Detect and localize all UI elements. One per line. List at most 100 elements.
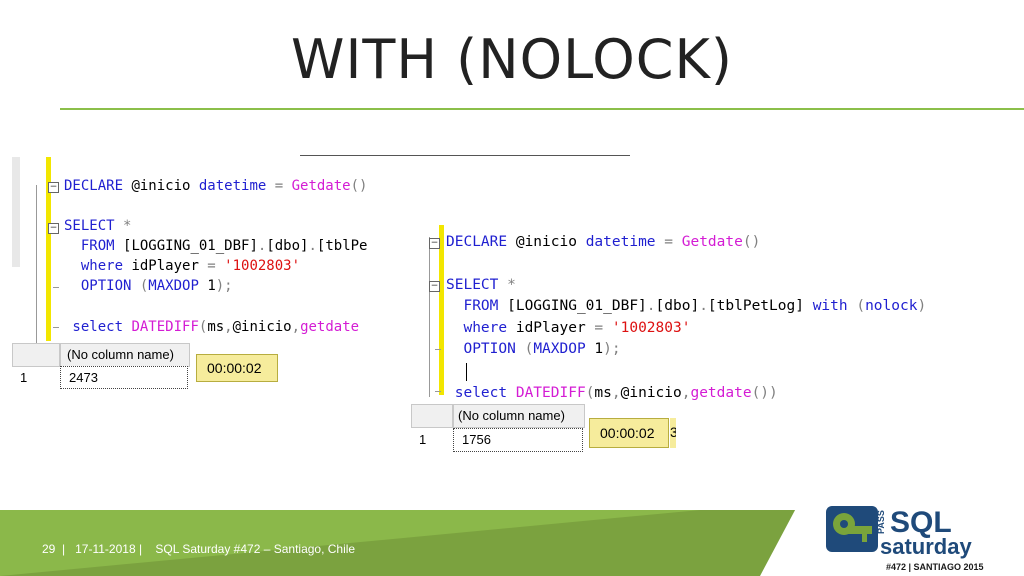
code-token: DECLARE [64, 178, 132, 194]
code-token: select [446, 384, 516, 401]
left-query-screenshot: − − DECLARE @inicio datetime = Getdate()… [12, 157, 402, 393]
result-cell[interactable]: 2473 [60, 366, 188, 389]
code-token: [dbo] [655, 298, 700, 314]
code-token: 1 [594, 341, 604, 357]
code-line[interactable]: FROM [LOGGING_01_DBF].[dbo].[tblPe [64, 236, 368, 256]
code-line[interactable]: where idPlayer = '1002803' [64, 256, 367, 276]
code-token: , [611, 384, 621, 401]
code-token: datetime [198, 178, 275, 194]
outline-line [36, 185, 37, 345]
outline-line [429, 237, 430, 397]
code-token: SELECT [446, 276, 508, 293]
column-header-label: (No column name) [67, 347, 174, 362]
collapse-icon[interactable]: − [429, 281, 440, 292]
code-token: = [207, 258, 225, 274]
row-header-corner [411, 404, 453, 428]
code-line[interactable]: SELECT * [64, 216, 367, 236]
column-header[interactable]: (No column name) [60, 343, 190, 367]
code-token: @inicio [131, 178, 199, 194]
code-token: idPlayer [515, 319, 595, 336]
elapsed-time-status: 00:00:02 [589, 418, 669, 448]
code-token: * [123, 218, 132, 234]
collapse-icon[interactable]: − [48, 223, 59, 234]
code-line[interactable]: SELECT * [446, 275, 926, 297]
code-token: getdate [690, 384, 752, 401]
code-token: = [594, 319, 612, 336]
code-token: [LOGGING_01_DBF] [123, 238, 258, 254]
elapsed-time-status: 00:00:02 [196, 354, 278, 382]
status-overflow: 3 [670, 418, 676, 448]
sql-saturday-logo: PASS SQL saturday #472 | SANTIAGO 2015 [826, 506, 984, 572]
code-token: where [446, 319, 516, 336]
code-token: . [699, 298, 708, 314]
code-token: @inicio [232, 319, 292, 335]
code-token: ( [524, 341, 534, 357]
collapse-icon[interactable]: − [48, 182, 59, 193]
code-token: ms [207, 319, 225, 335]
code-token: where [64, 258, 132, 274]
code-token: () [742, 234, 761, 250]
code-token: FROM [446, 298, 508, 314]
results-grid[interactable]: (No column name) 1 2473 00:00:02 [12, 343, 286, 393]
logo-event-text: #472 | SANTIAGO 2015 [886, 562, 984, 572]
result-cell[interactable]: 1756 [453, 428, 583, 452]
code-token: 1 [207, 278, 216, 294]
code-token: idPlayer [131, 258, 208, 274]
results-grid[interactable]: (No column name) 1 1756 00:00:02 3 [411, 404, 676, 462]
right-query-screenshot: − − DECLARE @inicio datetime = Getdate()… [403, 225, 1003, 400]
code-token: ms [594, 384, 612, 401]
code-token: , [291, 319, 301, 335]
code-token: [tblPe [316, 238, 368, 254]
code-line[interactable]: where idPlayer = '1002803' [446, 318, 926, 340]
code-token: * [507, 276, 516, 293]
code-token: [LOGGING_01_DBF] [507, 298, 647, 314]
editor-margin [12, 157, 20, 267]
code-token: '1002803' [611, 319, 691, 336]
code-token: @inicio [620, 384, 682, 401]
code-token: Getdate [681, 234, 743, 250]
code-line[interactable]: OPTION (MAXDOP 1); [446, 339, 926, 361]
outline-tick [435, 391, 441, 392]
code-line[interactable]: DECLARE @inicio datetime = Getdate() [446, 232, 926, 254]
code-token: ()) [751, 384, 778, 401]
code-token: ); [603, 341, 621, 357]
outline-tick [53, 287, 59, 288]
collapse-icon[interactable]: − [429, 238, 440, 249]
code-token: , [224, 319, 233, 335]
divider-line [300, 155, 630, 156]
code-token: [dbo] [266, 238, 309, 254]
code-token: DATEDIFF [131, 319, 199, 335]
code-token: Getdate [291, 178, 351, 194]
footer-text: 29 | 17-11-2018 | SQL Saturday #472 – Sa… [42, 542, 356, 556]
slide-title: WITH (NOLOCK) [291, 28, 733, 91]
result-value: 2473 [69, 370, 98, 385]
title-underline [60, 108, 1024, 110]
code-token: with [812, 298, 857, 314]
code-token: '1002803' [224, 258, 301, 274]
row-number: 1 [419, 432, 427, 447]
sql-code-editor[interactable]: DECLARE @inicio datetime = Getdate() SELE… [446, 232, 926, 400]
outline-tick [435, 349, 441, 350]
column-header[interactable]: (No column name) [453, 404, 585, 428]
code-token: MAXDOP [533, 341, 595, 357]
code-line[interactable]: select DATEDIFF(ms,@inicio,getdate [64, 317, 367, 337]
logo-pass-text: PASS [876, 510, 886, 534]
sql-code-editor[interactable]: DECLARE @inicio datetime = Getdate() SELE… [64, 176, 367, 337]
code-token: select [64, 319, 132, 335]
code-line[interactable]: FROM [LOGGING_01_DBF].[dbo].[tblPetLog] … [446, 296, 926, 318]
code-token: ); [215, 278, 233, 294]
outline-tick [53, 327, 59, 328]
code-line[interactable]: OPTION (MAXDOP 1); [64, 276, 367, 296]
code-token: = [664, 234, 682, 250]
code-token: datetime [585, 234, 665, 250]
changed-lines-marker [439, 225, 444, 395]
code-token: getdate [300, 319, 360, 335]
code-token: [tblPetLog] [707, 298, 813, 314]
code-line[interactable]: DECLARE @inicio datetime = Getdate() [64, 176, 367, 196]
code-token: OPTION [446, 341, 525, 357]
code-token: MAXDOP [148, 278, 208, 294]
column-header-label: (No column name) [458, 408, 565, 423]
code-token: DATEDIFF [515, 384, 586, 401]
code-line[interactable]: select DATEDIFF(ms,@inicio,getdate()) [446, 383, 926, 401]
code-token: FROM [64, 238, 124, 254]
